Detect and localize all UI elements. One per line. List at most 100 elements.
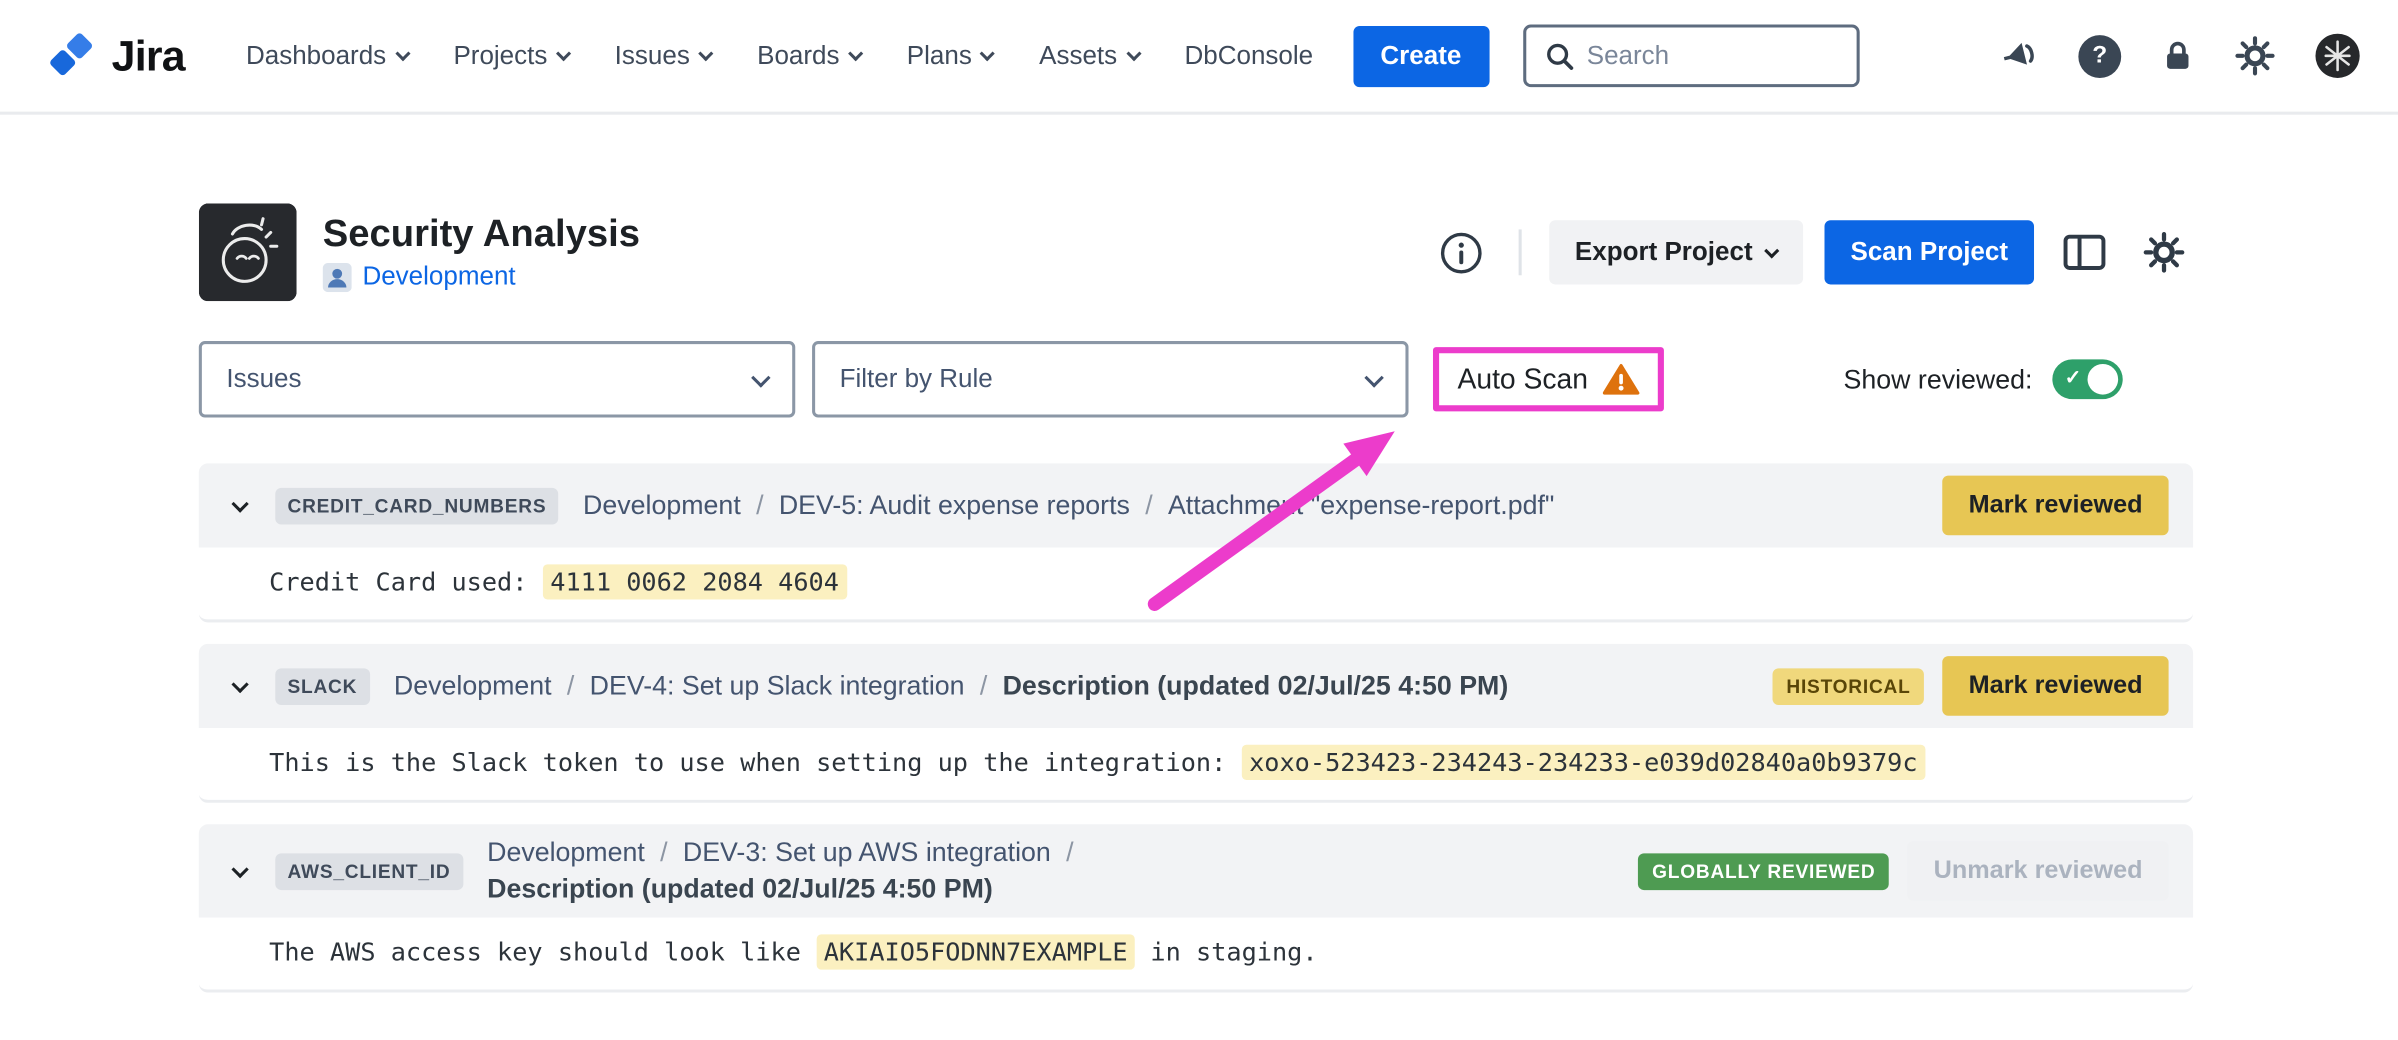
finding-actions: HISTORICAL Mark reviewed xyxy=(1754,656,2168,716)
breadcrumb: Development / DEV-5: Audit expense repor… xyxy=(583,489,1554,521)
nav-icon-cluster: ? xyxy=(1999,32,2361,79)
project-meta: Security Analysis Development xyxy=(323,212,640,293)
nav-plans-label: Plans xyxy=(907,41,972,72)
project-mini-icon xyxy=(323,263,352,292)
finding-actions: GLOBALLY REVIEWED Unmark reviewed xyxy=(1620,841,2169,901)
breadcrumb-item: Description (updated 02/Jul/25 4:50 PM) xyxy=(487,873,993,905)
jira-logo[interactable]: Jira xyxy=(46,30,185,82)
finding-text: The AWS access key should look like xyxy=(269,937,816,966)
finding-text: This is the Slack token to use when sett… xyxy=(269,748,1241,777)
finding-actions: Mark reviewed xyxy=(1924,476,2168,536)
project-link[interactable]: Development xyxy=(362,262,515,293)
nav-dbconsole[interactable]: DbConsole xyxy=(1184,41,1313,72)
gear-icon[interactable] xyxy=(2234,35,2275,76)
breadcrumb-item: Development xyxy=(487,837,645,869)
announcement-icon[interactable] xyxy=(1999,35,2040,76)
breadcrumb-item: DEV-3: Set up AWS integration xyxy=(683,837,1051,869)
secret-highlight: xoxo-523423-234243-234233-e039d02840a0b9… xyxy=(1241,745,1925,780)
show-reviewed-toggle[interactable]: ✓ xyxy=(2052,359,2122,399)
breadcrumb: Development / DEV-3: Set up AWS integrat… xyxy=(487,837,1343,906)
help-question-glyph: ? xyxy=(2078,34,2121,77)
auto-scan-button[interactable]: Auto Scan xyxy=(1457,362,1640,396)
export-project-label: Export Project xyxy=(1575,237,1753,268)
chevron-down-icon xyxy=(1364,367,1383,386)
main-menu: Dashboards Projects Issues Boards Plans … xyxy=(246,41,1313,72)
lock-icon[interactable] xyxy=(2159,36,2196,76)
user-avatar[interactable] xyxy=(2314,32,2361,79)
settings-gear-icon[interactable] xyxy=(2135,223,2193,281)
chevron-down-icon xyxy=(848,46,863,61)
nav-plans[interactable]: Plans xyxy=(907,41,993,72)
nav-boards[interactable]: Boards xyxy=(757,41,861,72)
finding-header: CREDIT_CARD_NUMBERS Development / DEV-5:… xyxy=(199,463,2193,547)
finding-content: This is the Slack token to use when sett… xyxy=(199,728,2193,803)
collapse-chevron-icon[interactable] xyxy=(223,489,257,523)
project-breadcrumb: Development xyxy=(323,262,640,293)
breadcrumb-separator: / xyxy=(567,670,574,702)
breadcrumb-item: Description (updated 02/Jul/25 4:50 PM) xyxy=(1003,670,1509,702)
nav-projects[interactable]: Projects xyxy=(453,41,568,72)
finding-content: The AWS access key should look like AKIA… xyxy=(199,918,2193,993)
nav-issues-label: Issues xyxy=(615,41,690,72)
page-content: Security Analysis Development Export Pro… xyxy=(0,203,2398,992)
rule-filter-value: Filter by Rule xyxy=(840,364,993,395)
search-input[interactable] xyxy=(1587,41,1838,72)
unmark-reviewed-button[interactable]: Unmark reviewed xyxy=(1908,841,2169,901)
nav-dashboards[interactable]: Dashboards xyxy=(246,41,408,72)
finding-text: in staging. xyxy=(1135,937,1317,966)
project-header: Security Analysis Development Export Pro… xyxy=(199,203,2193,301)
finding-card: SLACK Development / DEV-4: Set up Slack … xyxy=(199,644,2193,803)
top-nav: Jira Dashboards Projects Issues Boards P… xyxy=(0,0,2398,115)
mark-reviewed-button[interactable]: Mark reviewed xyxy=(1943,656,2169,716)
nav-projects-label: Projects xyxy=(453,41,547,72)
globally-reviewed-badge: GLOBALLY REVIEWED xyxy=(1638,853,1889,890)
chevron-down-icon xyxy=(751,367,770,386)
findings-list: CREDIT_CARD_NUMBERS Development / DEV-5:… xyxy=(199,463,2193,992)
finding-text: Credit Card used: xyxy=(269,567,542,596)
show-reviewed-control: Show reviewed: ✓ xyxy=(1844,359,2123,399)
breadcrumb: Development / DEV-4: Set up Slack integr… xyxy=(394,670,1508,702)
nav-issues[interactable]: Issues xyxy=(615,41,712,72)
check-icon: ✓ xyxy=(2065,366,2082,390)
nav-assets-label: Assets xyxy=(1039,41,1117,72)
nav-assets[interactable]: Assets xyxy=(1039,41,1138,72)
finding-card: CREDIT_CARD_NUMBERS Development / DEV-5:… xyxy=(199,463,2193,622)
scan-project-button[interactable]: Scan Project xyxy=(1824,220,2034,284)
mark-reviewed-button[interactable]: Mark reviewed xyxy=(1943,476,2169,536)
historical-badge: HISTORICAL xyxy=(1773,668,1925,705)
header-actions: Export Project Scan Project xyxy=(1433,220,2193,284)
board-layout-icon[interactable] xyxy=(2055,223,2113,281)
finding-content: Credit Card used: 4111 0062 2084 4604 xyxy=(199,548,2193,623)
issues-select[interactable]: Issues xyxy=(199,341,795,417)
breadcrumb-separator: / xyxy=(980,670,987,702)
jira-logo-text: Jira xyxy=(112,31,185,80)
chevron-down-icon xyxy=(1764,243,1779,258)
page-title: Security Analysis xyxy=(323,212,640,256)
chevron-down-icon xyxy=(556,46,571,61)
chevron-down-icon xyxy=(980,46,995,61)
annotation-highlight-box: Auto Scan xyxy=(1433,347,1665,411)
search-box[interactable] xyxy=(1523,24,1859,87)
rule-filter-select[interactable]: Filter by Rule xyxy=(812,341,1408,417)
finding-card: AWS_CLIENT_ID Development / DEV-3: Set u… xyxy=(199,824,2193,992)
breadcrumb-item: Development xyxy=(394,670,552,702)
export-project-button[interactable]: Export Project xyxy=(1549,220,1803,284)
create-button[interactable]: Create xyxy=(1353,25,1489,86)
breadcrumb-item: DEV-5: Audit expense reports xyxy=(779,489,1130,521)
app-window: Jira Dashboards Projects Issues Boards P… xyxy=(0,0,2398,1040)
breadcrumb-item: DEV-4: Set up Slack integration xyxy=(590,670,965,702)
nav-dbconsole-label: DbConsole xyxy=(1184,41,1313,72)
auto-scan-label: Auto Scan xyxy=(1457,362,1588,396)
collapse-chevron-icon[interactable] xyxy=(223,669,257,703)
breadcrumb-separator: / xyxy=(756,489,763,521)
finding-type-badge: AWS_CLIENT_ID xyxy=(275,853,462,890)
collapse-chevron-icon[interactable] xyxy=(223,854,257,888)
finding-header: SLACK Development / DEV-4: Set up Slack … xyxy=(199,644,2193,728)
breadcrumb-separator: / xyxy=(1066,837,1073,869)
breadcrumb-separator: / xyxy=(660,837,667,869)
help-icon[interactable]: ? xyxy=(2078,34,2121,77)
chevron-down-icon xyxy=(1126,46,1141,61)
secret-highlight: 4111 0062 2084 4604 xyxy=(543,564,847,599)
nav-dashboards-label: Dashboards xyxy=(246,41,386,72)
info-icon[interactable] xyxy=(1433,223,1491,281)
